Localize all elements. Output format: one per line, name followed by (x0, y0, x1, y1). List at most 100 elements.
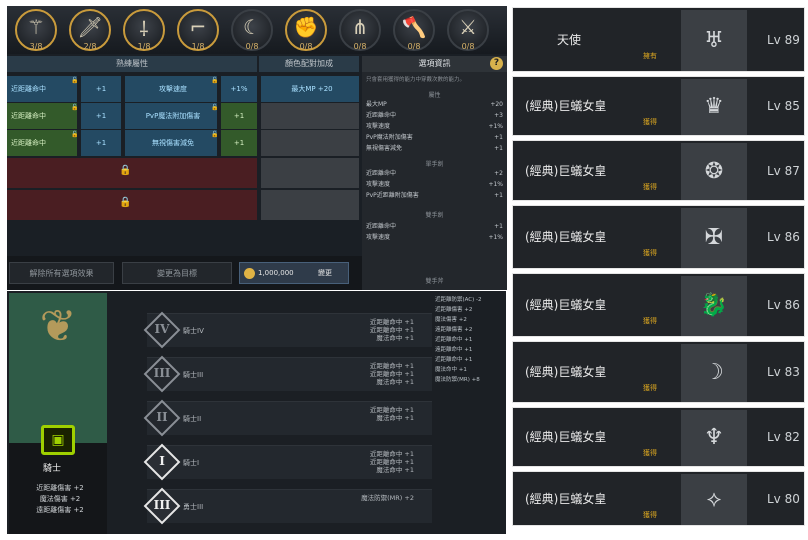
collection-row[interactable]: (經典)巨蟻女皇 獲得 ❂ Lv 87 (512, 140, 805, 201)
rank-label: 騎士III (183, 371, 204, 379)
mastery-bonus-name[interactable]: 攻擊速度 (125, 76, 217, 102)
info-stat: 攻擊速度 (366, 181, 391, 188)
collection-row[interactable]: (經典)巨蟻女皇 獲得 ☽ Lv 83 (512, 341, 805, 403)
reset-options-button[interactable]: 解除所有選項效果 (9, 262, 114, 284)
info-section-4: 雙手斧 (425, 278, 444, 285)
option-info-panel: 選項資訊 ? 只會套用獲得的能力中穿戴次數的能力。 屬性 最大MP +20 近距離命… (362, 56, 507, 290)
lock-icon: 🔒 (119, 165, 132, 176)
info-value: +2 (494, 170, 503, 177)
summary-stat: 遠距離傷害 +2 (435, 327, 473, 333)
mastery-bonus-value: +1% (221, 76, 257, 102)
rank-stat: 近距離命中 +1 (369, 362, 414, 370)
item-level: Lv 85 (767, 99, 800, 113)
confirm-change-button[interactable]: 變更 (318, 263, 332, 283)
collection-row[interactable]: (經典)巨蟻女皇 獲得 ♆ Lv 82 (512, 407, 805, 467)
color-bonus-slot[interactable]: 最大MP +20 (261, 76, 359, 102)
color-slot-4[interactable] (261, 158, 359, 188)
rank-stat: 近距離命中 +1 (369, 318, 414, 326)
info-value: +1 (494, 192, 503, 199)
summary-stat: 近距離命中 +1 (435, 357, 473, 363)
rank-stat: 魔法命中 +1 (376, 466, 414, 474)
collection-row[interactable]: (經典)巨蟻女皇獲得 ♛ Lv 85 (512, 76, 805, 136)
mastery-stat-value: +1 (81, 130, 121, 156)
item-level: Lv 80 (767, 491, 800, 506)
weapon-slot[interactable]: ⚚ 3/8 (15, 9, 57, 51)
class-stat: 近距離傷害 +2 (36, 484, 84, 492)
collection-row[interactable]: (經典)巨蟻女皇 獲得 ✠ Lv 86 (512, 205, 805, 269)
item-status: 獲得 (643, 384, 657, 392)
info-stat: 攻擊速度 (366, 123, 391, 130)
rank-numeral: IV (154, 322, 170, 336)
weapon-count: 3/8 (29, 42, 43, 51)
mastery-stat-name[interactable]: 近距離命中 (7, 103, 77, 129)
mastery-bonus-value: +1 (221, 103, 257, 129)
info-section-2: 單手劍 (425, 161, 444, 168)
screenshot-collage: ⚚ 3/8 🗡 2/8 ⸸ 1/8 ⌐ 1/8 ☾ 0/8 ✊ 0/8 ⋔ 0/8 🪓 0/8 ⚔ 0/8 熟練屬… (0, 0, 808, 540)
locked-row-2: 🔒 (7, 190, 257, 220)
weapon-count: 1/8 (137, 42, 151, 51)
item-name: (經典)巨蟻女皇 (525, 491, 607, 506)
item-level: Lv 87 (767, 163, 800, 178)
crystal-icon: ♆ (681, 410, 747, 466)
mastery-bonus-name[interactable]: 無視傷害減免 (125, 130, 217, 156)
weapon-slot[interactable]: ⋔ 0/8 (339, 9, 381, 51)
info-row: 攻擊速度 +1% (366, 233, 503, 242)
info-stat: 攻擊速度 (366, 234, 391, 241)
lock-icon: 🔒 (119, 197, 132, 208)
claw-icon: ⋔ (351, 15, 369, 39)
summary-stat: 遠距離命中 +1 (435, 347, 473, 353)
info-row: 近距離命中 +1 (366, 222, 503, 231)
class-stat: 遠距離傷害 +2 (36, 506, 84, 514)
item-level: Lv 86 (767, 230, 800, 244)
collection-row[interactable]: (經典)巨蟻女皇 獲得 ⟡ Lv 80 (512, 471, 805, 526)
item-status: 獲得 (643, 182, 657, 191)
weapon-slot[interactable]: ☾ 0/8 (231, 9, 273, 51)
info-value: +1 (494, 145, 503, 152)
weapon-slot[interactable]: ⌐ 1/8 (177, 9, 219, 51)
info-row: 近距離命中 +3 (366, 111, 503, 120)
weapon-count: 0/8 (245, 42, 259, 51)
change-target-button[interactable]: 變更為目標 (122, 262, 232, 284)
item-status: 獲得 (643, 118, 657, 126)
weapon-slot[interactable]: 🪓 0/8 (393, 9, 435, 51)
weapon-slot[interactable]: ✊ 0/8 (285, 9, 327, 51)
rank-stat: 魔法命中 +1 (376, 414, 414, 422)
rank-numeral: III (153, 498, 171, 512)
col-mastery-header: 熟練屬性 (7, 56, 257, 72)
mastery-stat-name[interactable]: 近距離命中 (7, 76, 77, 102)
info-stat: 近距離命中 (366, 112, 397, 119)
mastery-bonus-name[interactable]: PvP魔法附加傷害 (125, 103, 217, 129)
info-stat: 近距離命中 (366, 170, 397, 177)
info-stat: 無視傷害減免 (366, 145, 403, 152)
rank-summary: 近距離防禦(AC) -2 近距離傷害 +2 魔法傷害 +2 遠距離傷害 +2 近距離命中… (435, 295, 505, 385)
collection-row[interactable]: (經典)巨蟻女皇 獲得 🐉 Lv 86 (512, 273, 805, 337)
help-icon[interactable]: ? (490, 57, 503, 70)
spiky-crown-icon: ♛ (681, 79, 747, 135)
rank-label: 騎士IV (183, 327, 204, 335)
double-eagle-icon: ❦ (39, 301, 77, 352)
item-name: (經典)巨蟻女皇 (525, 230, 607, 244)
item-name: (經典)巨蟻女皇 (525, 99, 607, 113)
item-name: (經典)巨蟻女皇 (525, 430, 607, 444)
rank-stat: 近距離命中 +1 (369, 406, 414, 414)
mastery-panel: ⚚ 3/8 🗡 2/8 ⸸ 1/8 ⌐ 1/8 ☾ 0/8 ✊ 0/8 ⋔ 0/8 🪓 0/8 ⚔ 0/8 熟練屬… (7, 6, 507, 290)
rank-numeral: I (159, 454, 165, 468)
weapon-slot[interactable]: 🗡 2/8 (69, 9, 111, 51)
color-bonus-slot[interactable] (261, 103, 359, 129)
color-slot-5[interactable] (261, 190, 359, 220)
weapon-count: 0/8 (461, 42, 475, 51)
info-row: 無視傷害減免 +1 (366, 144, 503, 153)
gold-amount: 1,000,000 (258, 269, 294, 277)
weapon-slot[interactable]: ⸸ 1/8 (123, 9, 165, 51)
mastery-stat-name[interactable]: 近距離命中 (7, 130, 77, 156)
rank-numeral: III (153, 366, 171, 380)
item-level: Lv 82 (767, 430, 800, 444)
knight-rank-panel: ❦ ▣ 騎士 近距離傷害 +2 魔法傷害 +2 遠距離傷害 +2 近距離防禦(AC)… (7, 291, 506, 534)
color-bonus-slot[interactable] (261, 130, 359, 156)
rank-stat: 魔法命中 +1 (376, 378, 414, 386)
info-value: +1% (488, 123, 503, 130)
weapon-slot[interactable]: ⚔ 0/8 (447, 9, 489, 51)
collection-row[interactable]: 天使 擁有 ♅ Lv 89 (512, 7, 805, 72)
gold-coin-icon (244, 268, 255, 279)
rank-stat: 近距離命中 +1 (369, 370, 414, 378)
